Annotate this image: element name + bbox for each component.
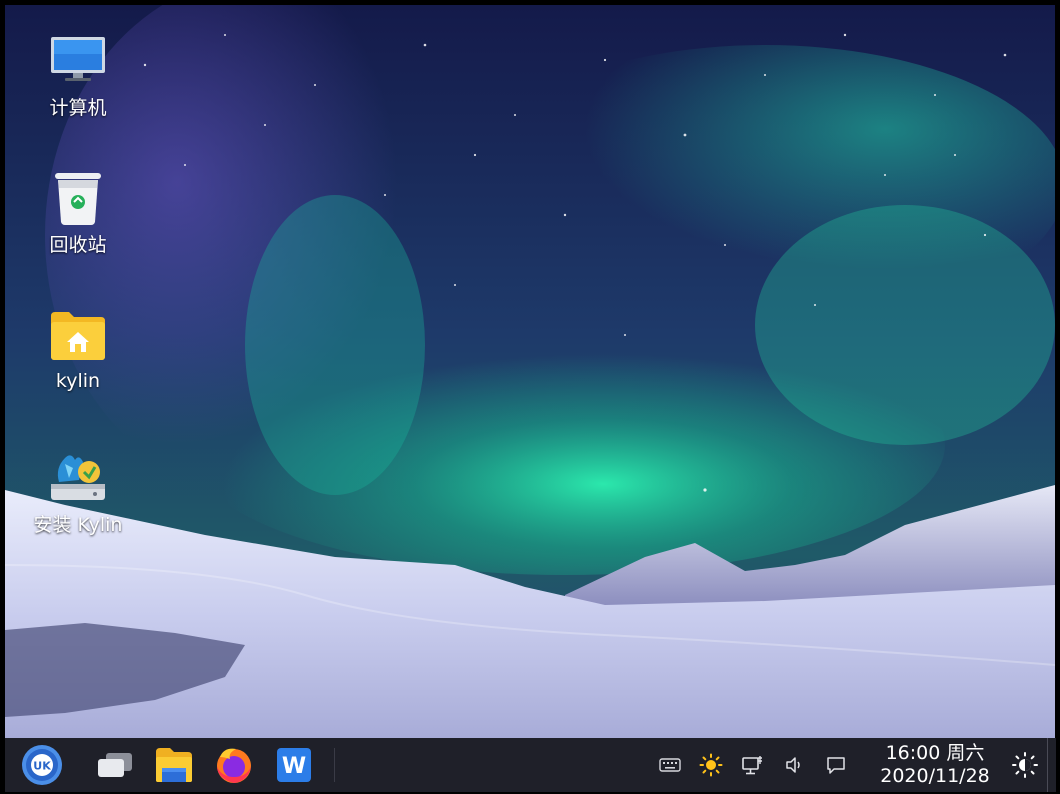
wps-writer-icon: W	[277, 748, 311, 782]
installer-icon	[49, 450, 107, 504]
wps-writer-button[interactable]: W	[269, 738, 319, 792]
brightness-icon	[699, 753, 723, 777]
clock-date: 2020/11/28	[880, 765, 990, 787]
svg-text:UK: UK	[33, 760, 51, 773]
volume-icon	[786, 757, 800, 773]
network-icon	[742, 756, 762, 775]
notification-tray-button[interactable]	[821, 750, 851, 780]
taskbar-separator	[334, 748, 335, 782]
wallpaper	[5, 5, 1055, 738]
multitask-view-button[interactable]	[89, 738, 139, 792]
night-mode-button[interactable]	[1010, 750, 1040, 780]
desktop-icon-label: 安装 Kylin	[33, 514, 123, 536]
clock[interactable]: 16:00 周六 2020/11/28	[865, 742, 1005, 788]
start-menu-button[interactable]: UK	[17, 738, 67, 792]
show-desktop-button[interactable]	[1047, 738, 1056, 792]
keyboard-tray-button[interactable]	[655, 750, 685, 780]
network-tray-button[interactable]	[738, 750, 768, 780]
desktop[interactable]: 计算机 回收站 kylin 安装 Kylin	[5, 5, 1055, 738]
volume-tray-button[interactable]	[779, 750, 809, 780]
night-mode-icon	[1012, 752, 1038, 778]
notification-icon	[827, 757, 845, 774]
file-manager-icon	[156, 748, 192, 782]
desktop-icons: 计算机 回收站 kylin 安装 Kylin	[5, 5, 155, 565]
taskbar: UK W 16:00 周六 2020/11/28	[5, 738, 1055, 792]
firefox-button[interactable]	[209, 738, 259, 792]
keyboard-icon	[659, 758, 681, 772]
desktop-icon-label: 回收站	[49, 234, 107, 256]
start-menu-icon: UK	[22, 745, 62, 785]
home-folder-icon	[51, 310, 105, 364]
computer-icon	[51, 33, 105, 87]
multitask-view-icon	[98, 753, 132, 777]
svg-text:W: W	[282, 754, 306, 779]
brightness-tray-button[interactable]	[696, 750, 726, 780]
firefox-icon	[217, 748, 251, 783]
file-manager-button[interactable]	[149, 738, 199, 792]
trash-icon	[51, 170, 105, 225]
clock-time: 16:00 周六	[885, 742, 985, 764]
desktop-icon-label: 计算机	[49, 97, 107, 119]
desktop-icon-label: kylin	[55, 370, 101, 392]
